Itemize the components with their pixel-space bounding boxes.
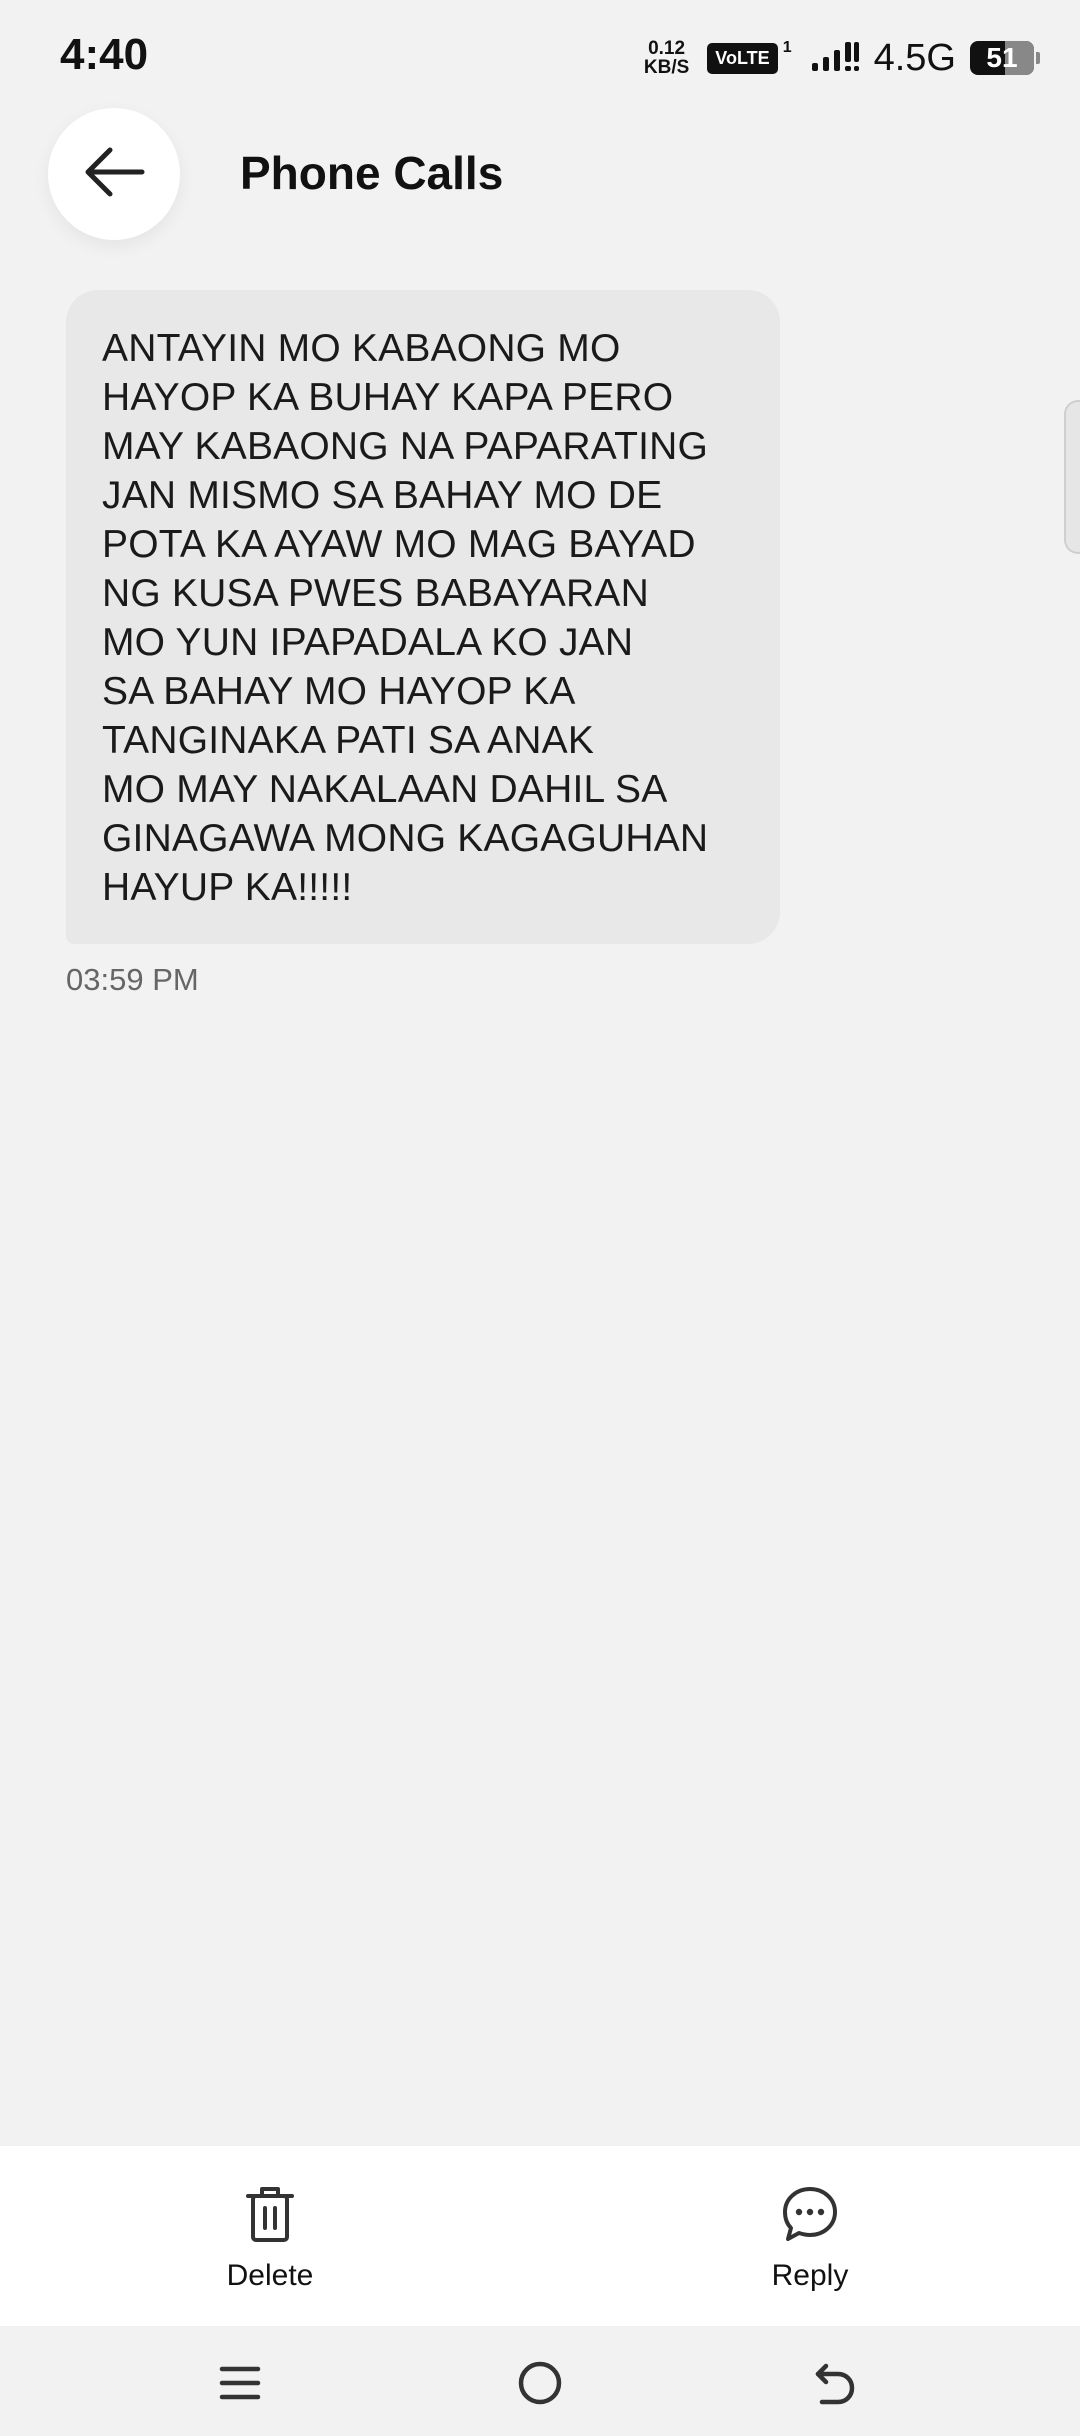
reply-label: Reply xyxy=(771,2259,849,2292)
message-bubble[interactable]: ANTAYIN MO KABAONG MO HAYOP KA BUHAY KAP… xyxy=(66,290,780,944)
arrow-left-icon xyxy=(82,146,146,203)
status-bar: 4:40 0.12 KB/S VoLTE 1 4.5G 51 xyxy=(0,0,1080,110)
nav-back-button[interactable] xyxy=(800,2350,870,2420)
battery-icon: 51 xyxy=(970,41,1034,75)
menu-icon xyxy=(218,2363,262,2408)
battery-tip xyxy=(1036,52,1040,64)
status-icons: 0.12 KB/S VoLTE 1 4.5G 51 xyxy=(644,36,1040,80)
volte-sim-index: 1 xyxy=(782,38,792,56)
network-speed: 0.12 KB/S xyxy=(644,39,689,77)
trash-icon xyxy=(242,2184,298,2249)
delete-button[interactable]: Delete xyxy=(170,2184,370,2293)
action-bar: Delete Reply xyxy=(0,2146,1080,2326)
chat-bubble-icon xyxy=(780,2184,840,2249)
message-timestamp: 03:59 PM xyxy=(66,962,199,997)
battery-level: 51 xyxy=(986,42,1018,73)
network-speed-value: 0.12 xyxy=(648,38,686,59)
network-type: 4.5G xyxy=(873,36,956,79)
status-time: 4:40 xyxy=(60,30,149,79)
home-circle-icon xyxy=(516,2359,564,2412)
nav-menu-button[interactable] xyxy=(205,2350,275,2420)
network-speed-unit: KB/S xyxy=(643,57,690,78)
volte-badge: VoLTE 1 xyxy=(707,39,792,74)
back-arrow-icon xyxy=(812,2360,858,2411)
back-button[interactable] xyxy=(48,108,180,240)
nav-home-button[interactable] xyxy=(505,2350,575,2420)
page-title: Phone Calls xyxy=(240,147,504,199)
navigation-bar xyxy=(0,2326,1080,2436)
volte-label: VoLTE xyxy=(715,47,770,68)
side-panel-handle[interactable] xyxy=(1064,400,1080,554)
reply-button[interactable]: Reply xyxy=(710,2184,910,2293)
signal-bars-icon xyxy=(810,39,860,78)
message-text: ANTAYIN MO KABAONG MO HAYOP KA BUHAY KAP… xyxy=(102,327,709,909)
delete-label: Delete xyxy=(226,2259,314,2292)
